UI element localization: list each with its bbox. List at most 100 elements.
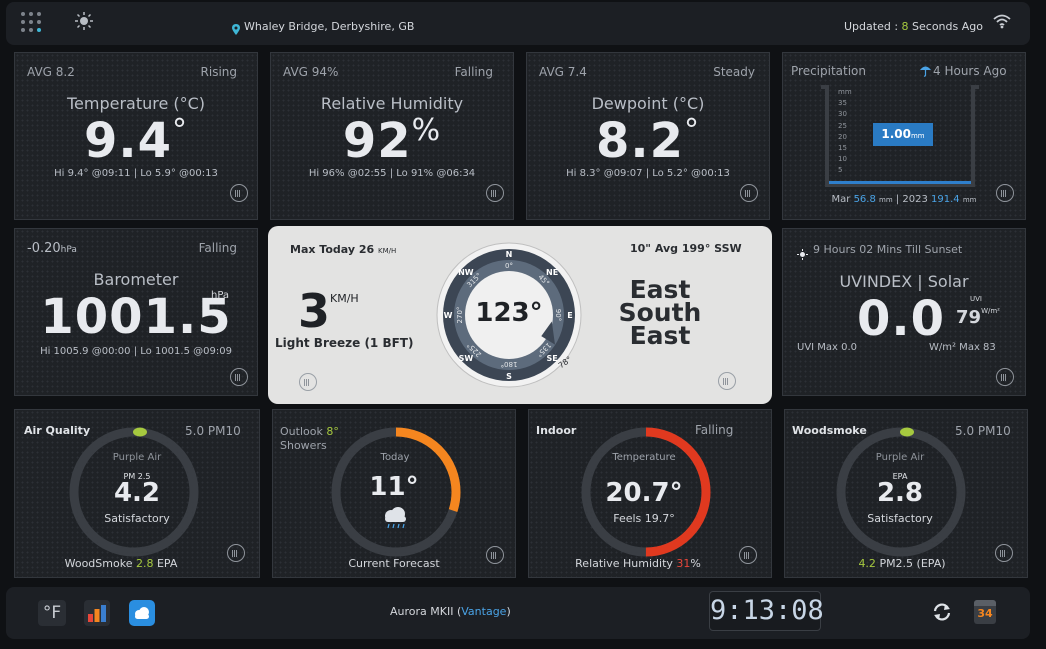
compass-cardinal: E [567, 311, 572, 320]
wind-speed-wrap: 3KM/H [298, 284, 359, 338]
precip-scale-tick: 25 [838, 121, 847, 130]
precip-year: 2023 [902, 194, 928, 205]
updated-value: 8 [901, 20, 909, 33]
precip-scale-tick: mm [838, 88, 852, 96]
apps-grid-icon[interactable] [20, 11, 44, 35]
air-status: Satisfactory [104, 512, 170, 525]
precip-scale-tick: 20 [838, 132, 847, 141]
barometer-trend: Falling [198, 241, 237, 255]
precip-fill [829, 181, 971, 184]
compass-cardinal: NE [546, 268, 558, 277]
chart-icon[interactable] [230, 368, 248, 386]
dewpoint-hilo: Hi 8.3° @09:07 | Lo 5.2° @00:13 [566, 168, 730, 179]
chart-icon[interactable] [486, 546, 504, 564]
compass-degree: 90° [554, 309, 562, 321]
bar-chart-icon[interactable] [84, 600, 110, 626]
woodsmoke-foot-value: 4.2 [858, 557, 876, 570]
dewpoint-unit: ° [684, 113, 701, 148]
temperature-title: Temperature (°C) [66, 94, 206, 113]
dir-word-3: East [629, 321, 691, 350]
woodsmoke-value: 2.8 [876, 478, 924, 508]
uv-sunset: 9 Hours 02 Mins Till Sunset [813, 243, 963, 256]
precip-ago: 4 Hours Ago [933, 64, 1007, 78]
refresh-icon[interactable] [931, 601, 953, 623]
wind-max-label: Max Today [290, 243, 356, 256]
barometer-change: -0.20 [27, 241, 61, 256]
uv-panel[interactable]: 9 Hours 02 Mins Till Sunset UVINDEX | So… [782, 228, 1026, 396]
compass-degree: 270° [456, 307, 464, 324]
woodsmoke-foot-label: PM2.5 (EPA) [879, 557, 946, 570]
calendar-icon[interactable]: 34 [974, 600, 996, 624]
precip-scale-tick: 15 [838, 144, 847, 153]
precip-year-unit: mm [962, 196, 977, 204]
compass-cardinal: SW [459, 354, 474, 363]
chart-icon[interactable] [739, 546, 757, 564]
cloud-app-icon[interactable] [129, 600, 155, 626]
precip-year-value: 191.4 [931, 194, 960, 205]
air-value: 4.2 [113, 478, 161, 508]
precip-scale-tick: 35 [838, 99, 847, 108]
precip-title: Precipitation [791, 64, 867, 78]
top-bar: Whaley Bridge, Derbyshire, GB Updated : … [6, 2, 1030, 45]
uv-value: 0.0 [857, 291, 946, 347]
barometer-title: Barometer [93, 270, 179, 289]
humidity-value: 92 [342, 113, 412, 169]
humidity-panel[interactable]: AVG 94% Falling Relative Humidity 92% Hi… [270, 52, 514, 220]
indoor-label: Temperature [612, 452, 676, 463]
wind-desc: Light Breeze (1 BFT) [275, 336, 414, 350]
indoor-foot-label: Relative Humidity [575, 557, 673, 570]
precip-value: 1.00 [881, 127, 911, 141]
wind-panel[interactable]: Max Today 26 KM/H 3KM/H Light Breeze (1 … [268, 226, 772, 404]
chart-icon[interactable] [227, 544, 245, 562]
chart-icon[interactable] [995, 544, 1013, 562]
temperature-value: 9.4 [83, 113, 173, 169]
humidity-unit: % [411, 113, 442, 148]
humidity-avg: AVG 94% [283, 65, 339, 79]
sun-theme-icon[interactable] [74, 11, 94, 31]
uv-solar-wrap: 79W/m² [956, 307, 1000, 328]
wifi-icon[interactable] [993, 13, 1011, 29]
air-quality-panel[interactable]: Air Quality 5.0 PM10 Purple Air PM 2.5 4… [14, 409, 260, 578]
updated-status: Updated : 8 Seconds Ago [844, 20, 983, 33]
outlook-panel[interactable]: Outlook 8° Showers Today 11° Current For… [272, 409, 516, 578]
chart-icon[interactable] [230, 184, 248, 202]
chart-icon[interactable] [299, 373, 317, 391]
woodsmoke-footer: 4.2 PM2.5 (EPA) [781, 557, 1023, 570]
location-pin-icon [232, 20, 240, 35]
precip-scale-tick: 10 [838, 155, 847, 164]
air-source: Purple Air [112, 452, 162, 463]
location-label: Whaley Bridge, Derbyshire, GB [244, 20, 415, 33]
precip-value-box: 1.00mm [873, 123, 933, 146]
wind-max-value: 26 [358, 243, 375, 256]
temperature-panel[interactable]: AVG 8.2 Rising Temperature (°C) 9.4° Hi … [14, 52, 258, 220]
station-sub: Vantage [461, 605, 507, 618]
temperature-avg: AVG 8.2 [27, 65, 75, 79]
chart-icon[interactable] [996, 184, 1014, 202]
air-foot-label: WoodSmoke [64, 557, 133, 570]
dewpoint-panel[interactable]: AVG 7.4 Steady Dewpoint (°C) 8.2° Hi 8.3… [526, 52, 770, 220]
indoor-foot-unit: % [690, 557, 701, 570]
chart-icon[interactable] [996, 368, 1014, 386]
wind-speed-unit: KM/H [330, 292, 359, 305]
wind-avg: 10" Avg 199° SSW [630, 242, 742, 255]
rain-cloud-icon [380, 507, 410, 531]
unit-toggle-button[interactable]: °F [38, 600, 66, 626]
dewpoint-title: Dewpoint (°C) [591, 94, 705, 113]
updated-label: Updated : [844, 20, 899, 33]
compass-cardinal: NW [458, 268, 474, 277]
woodsmoke-panel[interactable]: Woodsmoke 5.0 PM10 Purple Air EPA 2.8 Sa… [784, 409, 1028, 578]
precip-scale: mm 35 30 25 20 15 10 5 [838, 87, 858, 179]
temperature-hilo: Hi 9.4° @09:11 | Lo 5.9° @00:13 [54, 168, 218, 179]
outlook-value: 11° [369, 472, 419, 502]
uv-title: UVINDEX | Solar [839, 272, 969, 291]
chart-icon[interactable] [718, 372, 736, 390]
precipitation-panel[interactable]: Precipitation 4 Hours Ago mm 35 30 25 20 15 10… [782, 52, 1026, 220]
outlook-title: Outlook [280, 425, 323, 438]
barometer-panel[interactable]: -0.20hPa Falling Barometer 1001.5 hPa Hi… [14, 228, 258, 396]
bottom-bar: °F Aurora MKII (Vantage) 9:13:08 34 [6, 587, 1030, 639]
precip-totals: Mar 56.8 mm | 2023 191.4 mm [831, 194, 977, 205]
chart-icon[interactable] [486, 184, 504, 202]
chart-icon[interactable] [740, 184, 758, 202]
humidity-value-wrap: 92% [271, 113, 513, 169]
indoor-panel[interactable]: Indoor Falling Temperature 20.7° Feels 1… [528, 409, 772, 578]
